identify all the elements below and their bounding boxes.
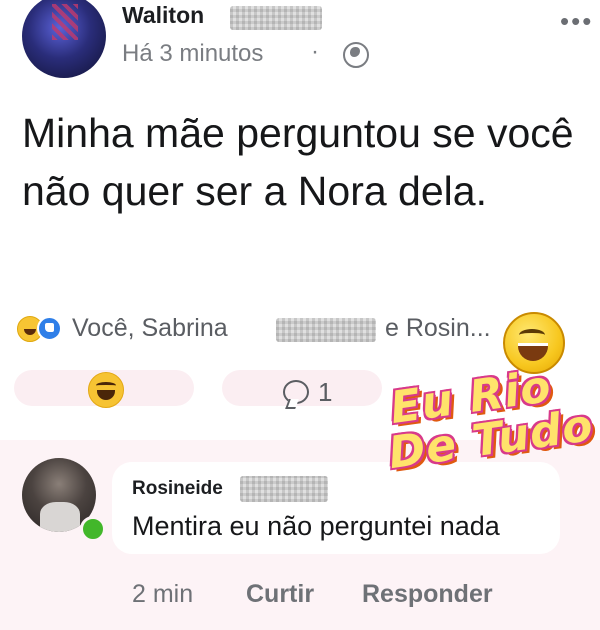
reply-comment-button[interactable]: Responder <box>362 580 493 609</box>
author-avatar[interactable] <box>22 0 106 78</box>
comment-count[interactable]: 1 <box>318 377 332 408</box>
separator-dot: · <box>311 38 319 65</box>
comment-icon[interactable] <box>283 380 309 404</box>
author-name[interactable]: Waliton <box>122 2 204 29</box>
redacted-commenter-surname <box>240 476 328 502</box>
redacted-surname <box>230 6 322 30</box>
comment-text: Mentira eu não perguntei nada <box>132 511 500 541</box>
redacted-reactor-name <box>276 318 376 342</box>
like-comment-button[interactable]: Curtir <box>246 580 314 609</box>
post-timestamp[interactable]: Há 3 minutos <box>122 40 263 68</box>
reactors-list-more[interactable]: e Rosin... <box>385 314 491 343</box>
like-reaction-icon <box>37 316 62 341</box>
haha-react-button-icon[interactable] <box>88 372 124 408</box>
comment-time[interactable]: 2 min <box>132 580 193 609</box>
reactors-list[interactable]: Você, Sabrina <box>72 314 228 343</box>
online-status-dot <box>80 516 106 542</box>
post-text: Minha mãe perguntou se você não quer ser… <box>22 110 574 214</box>
commenter-name[interactable]: Rosineide <box>132 478 223 500</box>
more-options-icon[interactable]: ••• <box>560 6 593 37</box>
globe-icon <box>343 42 369 68</box>
